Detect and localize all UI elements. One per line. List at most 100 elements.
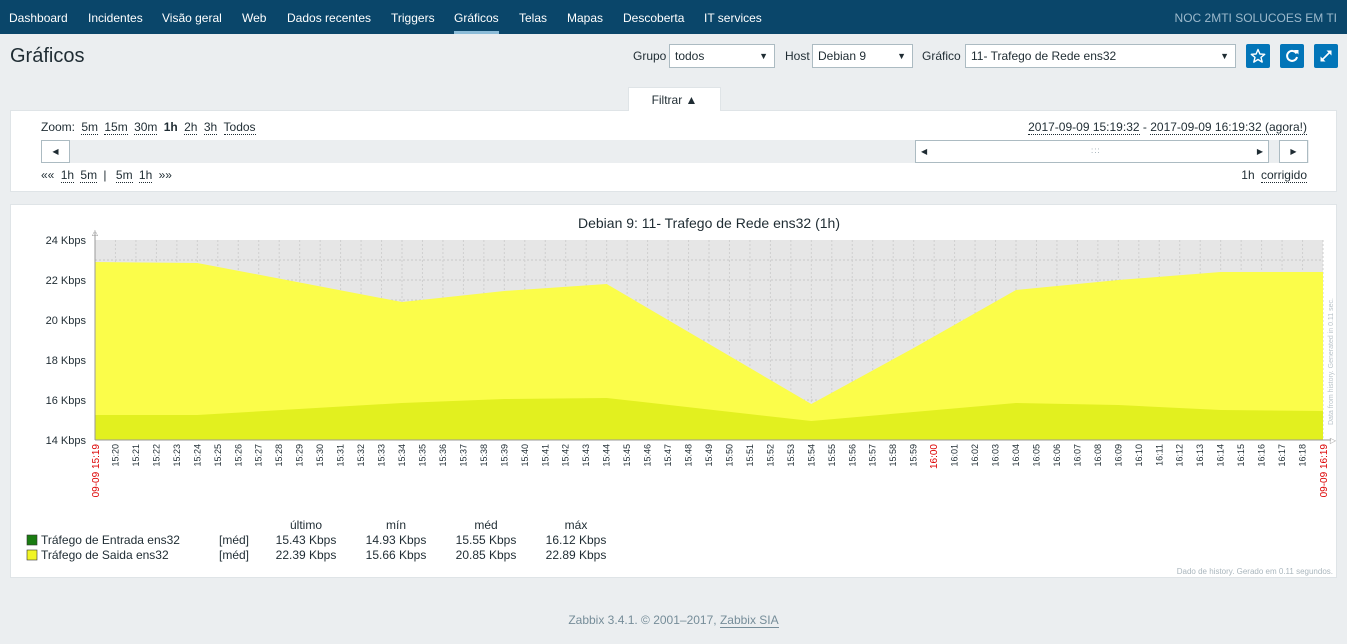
footer-text: Zabbix 3.4.1. © 2001–2017,	[568, 613, 720, 627]
x-tick-label: 15:56	[847, 444, 857, 467]
legend-header: méd	[474, 518, 497, 532]
nav-back-5m[interactable]: 5m	[80, 168, 98, 183]
period-range: 2017-09-09 15:19:32 - 2017-09-09 16:19:3…	[1028, 120, 1307, 135]
x-axis-arrow: ▷	[1330, 436, 1337, 445]
x-tick-label: 16:16	[1257, 444, 1267, 467]
top-navigation: Dashboard Incidentes Visão geral Web Dad…	[0, 0, 1347, 34]
legend-swatch	[26, 549, 38, 561]
x-tick-label: 15:46	[643, 444, 653, 467]
x-tick-label: 15:49	[704, 444, 714, 467]
fullscreen-button[interactable]	[1314, 44, 1338, 68]
period-start[interactable]: 2017-09-09 15:19:32	[1028, 120, 1140, 135]
zoom-1h[interactable]: 1h	[164, 120, 178, 134]
x-tick-label: 15:25	[213, 444, 223, 467]
x-tick-label: 15:27	[254, 444, 264, 467]
x-tick-label: 15:38	[479, 444, 489, 467]
nav-item-incidentes[interactable]: Incidentes	[88, 0, 143, 34]
graph-label: Gráfico	[922, 49, 961, 63]
scroll-right-button[interactable]: ▶	[1279, 140, 1308, 163]
x-start-label: 09-09 15:19	[91, 444, 102, 498]
nav-item-dados-recentes[interactable]: Dados recentes	[287, 0, 371, 34]
x-tick-label: 15:22	[151, 444, 161, 467]
legend-value: 14.93 Kbps	[366, 533, 427, 547]
period-end[interactable]: 2017-09-09 16:19:32 (agora!)	[1150, 120, 1307, 135]
x-tick-label: 16:00	[929, 444, 940, 469]
x-tick-label: 15:43	[581, 444, 591, 467]
refresh-button[interactable]	[1280, 44, 1304, 68]
triangle-left-icon: ◀	[52, 147, 59, 156]
nav-item-dashboard[interactable]: Dashboard	[9, 0, 68, 34]
y-tick-label: 20 Kbps	[46, 315, 87, 327]
zoom-5m[interactable]: 5m	[81, 120, 99, 135]
nav-item-descoberta[interactable]: Descoberta	[623, 0, 684, 34]
nav-item-triggers[interactable]: Triggers	[391, 0, 435, 34]
nav-item-it-services[interactable]: IT services	[704, 0, 762, 34]
x-tick-label: 15:36	[438, 444, 448, 467]
nav-fwd-5m[interactable]: 5m	[115, 168, 133, 183]
zoom-30m[interactable]: 30m	[134, 120, 158, 135]
legend-value: 20.85 Kbps	[456, 548, 517, 562]
x-tick-label: 16:14	[1216, 444, 1226, 467]
nav-item-mapas[interactable]: Mapas	[567, 0, 603, 34]
nav-fwd-1h[interactable]: 1h	[138, 168, 153, 183]
nav-item-graficos[interactable]: Gráficos	[454, 0, 499, 34]
graph-select[interactable]: 11- Trafego de Rede ens32 ▼	[965, 44, 1236, 68]
traffic-chart[interactable]: Debian 9: 11- Trafego de Rede ens32 (1h)…	[11, 205, 1338, 579]
chevron-down-icon: ▼	[759, 51, 768, 61]
star-icon	[1250, 48, 1266, 63]
x-tick-label: 15:33	[377, 444, 387, 467]
y-tick-label: 18 Kbps	[46, 355, 87, 367]
nav-item-telas[interactable]: Telas	[519, 0, 547, 34]
nav-item-visao-geral[interactable]: Visão geral	[162, 0, 222, 34]
legend-value: 15.43 Kbps	[276, 533, 337, 547]
favourite-button[interactable]	[1246, 44, 1270, 68]
triangle-right-icon: ▶	[1290, 147, 1297, 156]
zoom-3h[interactable]: 3h	[203, 120, 218, 135]
x-tick-label: 15:55	[827, 444, 837, 467]
zoom-label: Zoom:	[41, 120, 76, 134]
group-select[interactable]: todos ▼	[669, 44, 775, 68]
nav-back-1h[interactable]: 1h	[60, 168, 75, 183]
x-tick-label: 16:17	[1277, 444, 1287, 467]
host-select[interactable]: Debian 9 ▼	[812, 44, 913, 68]
legend-name: Tráfego de Saida ens32	[41, 548, 169, 562]
nav-item-web[interactable]: Web	[242, 0, 266, 34]
refresh-icon	[1286, 49, 1299, 62]
x-tick-label: 15:21	[131, 444, 141, 467]
zoom-todos[interactable]: Todos	[223, 120, 256, 135]
triangle-right-icon[interactable]: ▶	[1257, 141, 1263, 162]
x-tick-label: 16:02	[970, 444, 980, 467]
x-tick-label: 16:01	[950, 444, 960, 467]
fixed-toggle[interactable]: corrigido	[1260, 168, 1307, 183]
zoom-15m[interactable]: 15m	[104, 120, 128, 135]
x-tick-label: 16:12	[1175, 444, 1185, 467]
zoom-2h[interactable]: 2h	[184, 120, 198, 135]
x-tick-label: 15:35	[417, 444, 427, 467]
timeline-scrollbar[interactable]: ◀ ::: ▶	[915, 140, 1269, 163]
x-tick-label: 15:52	[765, 444, 775, 467]
x-tick-label: 16:06	[1052, 444, 1062, 467]
brand-label: NOC 2MTI SOLUCOES EM TI	[1174, 11, 1337, 25]
scroll-left-button[interactable]: ◀	[41, 140, 70, 163]
x-tick-label: 15:20	[110, 444, 120, 467]
nav-back-icon: ««	[41, 168, 55, 182]
x-tick-label: 15:44	[602, 444, 612, 467]
x-tick-label: 16:05	[1031, 444, 1041, 467]
x-tick-label: 15:34	[397, 444, 407, 467]
x-tick-label: 15:47	[663, 444, 673, 467]
x-tick-label: 15:50	[724, 444, 734, 467]
period-separator: -	[1139, 120, 1151, 134]
grip-icon[interactable]: :::	[1091, 146, 1101, 155]
chevron-down-icon: ▼	[897, 51, 906, 61]
chevron-down-icon: ▼	[1220, 51, 1229, 61]
triangle-left-icon[interactable]: ◀	[921, 141, 927, 162]
x-tick-label: 15:48	[684, 444, 694, 467]
legend-header: último	[290, 518, 322, 532]
filter-tab[interactable]: Filtrar ▲	[628, 87, 721, 111]
fullscreen-icon	[1320, 50, 1332, 62]
footer-link[interactable]: Zabbix SIA	[719, 613, 779, 628]
x-tick-label: 16:07	[1072, 444, 1082, 467]
x-tick-label: 16:08	[1093, 444, 1103, 467]
page-footer: Zabbix 3.4.1. © 2001–2017, Zabbix SIA	[0, 613, 1347, 628]
host-select-value: Debian 9	[818, 49, 867, 63]
